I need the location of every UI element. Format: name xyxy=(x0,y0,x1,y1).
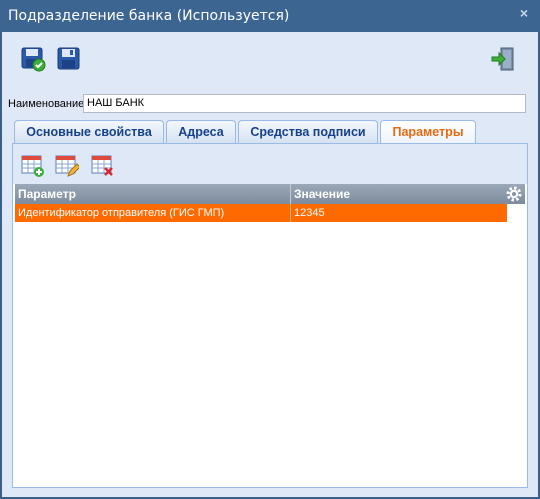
dialog-body: Наименование НАШ БАНК Основные свойства … xyxy=(2,32,538,497)
close-icon[interactable]: × xyxy=(517,6,531,20)
exit-icon xyxy=(491,47,514,71)
grid-header: Параметр Значение xyxy=(15,184,525,204)
edit-row-icon xyxy=(55,155,81,177)
tab-addresses[interactable]: Адреса xyxy=(166,120,236,143)
gear-icon[interactable] xyxy=(505,185,523,203)
save-button[interactable] xyxy=(56,46,82,72)
column-header-parameter[interactable]: Параметр xyxy=(18,187,76,201)
add-row-button[interactable] xyxy=(21,154,45,178)
parameters-panel: Параметр Значение Идентификатор отправит… xyxy=(12,143,528,488)
cell-divider xyxy=(290,204,291,222)
save-and-close-icon xyxy=(21,47,46,72)
column-divider[interactable] xyxy=(290,184,291,204)
parameters-grid: Параметр Значение Идентификатор отправит… xyxy=(15,184,525,484)
window-title: Подразделение банка (Используется) xyxy=(8,8,290,24)
delete-row-icon xyxy=(91,155,113,176)
tab-signature-tools[interactable]: Средства подписи xyxy=(238,120,378,143)
tab-main-properties[interactable]: Основные свойства xyxy=(14,120,164,143)
cell-parameter: Идентификатор отправителя (ГИС ГМП) xyxy=(18,207,225,219)
name-label: Наименование xyxy=(8,98,85,110)
parameters-toolbar xyxy=(13,144,527,184)
name-field[interactable]: НАШ БАНК xyxy=(83,94,526,113)
edit-row-button[interactable] xyxy=(55,154,81,178)
save-icon xyxy=(57,47,80,70)
delete-row-button[interactable] xyxy=(91,154,115,178)
dialog-window: Подразделение банка (Используется) × Наи… xyxy=(0,0,540,499)
add-row-icon xyxy=(21,155,44,177)
scrollbar-track[interactable] xyxy=(519,204,525,484)
exit-button[interactable] xyxy=(490,46,516,72)
cell-value: 12345 xyxy=(294,207,325,219)
tab-parameters[interactable]: Параметры xyxy=(380,120,476,144)
title-bar[interactable]: Подразделение банка (Используется) × xyxy=(0,0,540,32)
save-and-close-button[interactable] xyxy=(20,46,46,72)
column-header-value[interactable]: Значение xyxy=(294,187,350,201)
table-row[interactable]: Идентификатор отправителя (ГИС ГМП) 1234… xyxy=(15,204,507,222)
